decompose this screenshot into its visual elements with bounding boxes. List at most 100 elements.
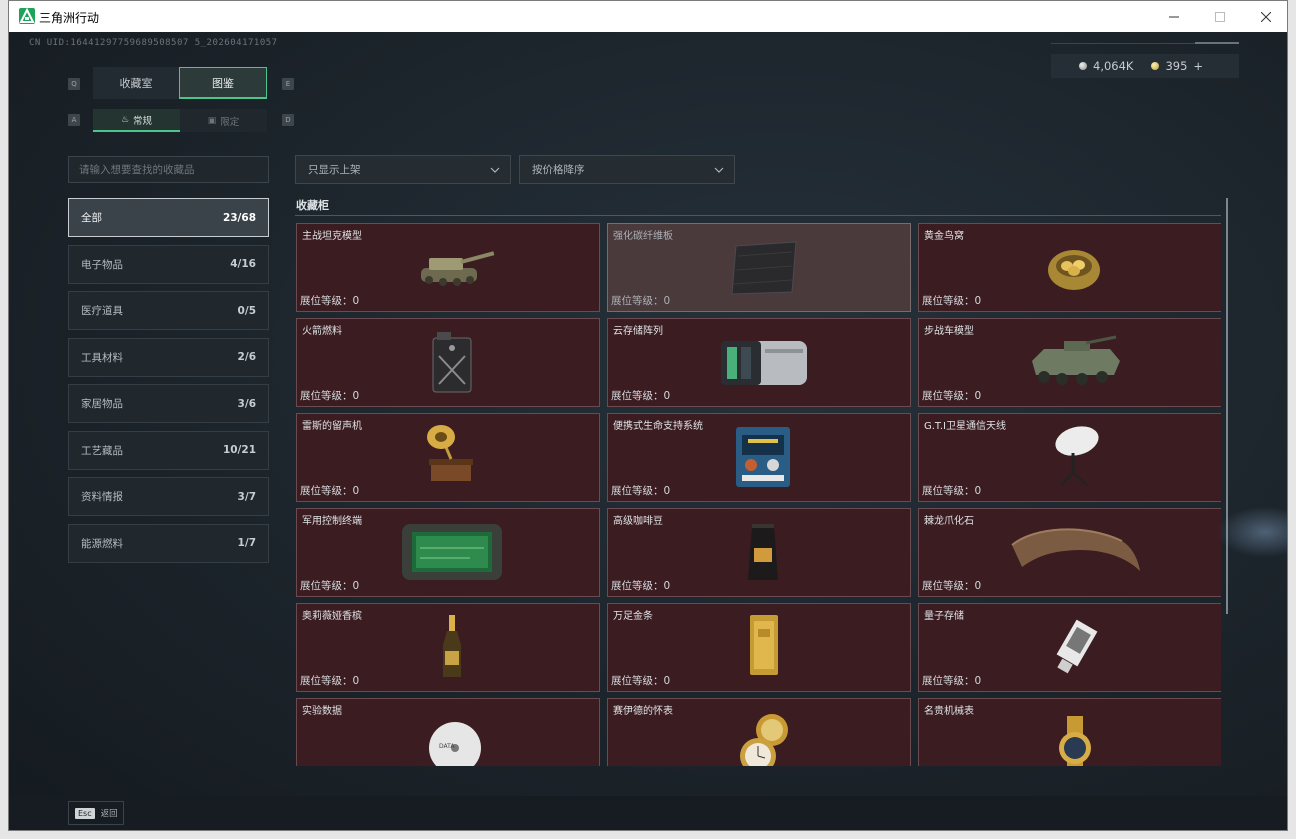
item-level: 展位等级：0: [300, 580, 360, 592]
item-name: 强化碳纤维板: [613, 231, 673, 242]
item-card[interactable]: 步战车模型 展位等级：0: [918, 318, 1221, 407]
item-card[interactable]: 雷斯的留声机 展位等级：0: [296, 413, 600, 502]
tab-codex[interactable]: 图鉴: [179, 67, 267, 99]
item-name: 雷斯的留声机: [302, 421, 362, 432]
filter-dropdown[interactable]: 只显示上架: [295, 155, 511, 184]
item-name: 高级咖啡豆: [613, 516, 663, 527]
item-name: 奥莉薇娅香槟: [302, 611, 362, 622]
chevron-down-icon: [490, 167, 500, 173]
item-card[interactable]: 万足金条 展位等级：0: [607, 603, 911, 692]
category-household[interactable]: 家居物品 3/6: [68, 384, 269, 423]
item-level: 展位等级：0: [922, 675, 982, 687]
fuel-canister-icon: [397, 325, 507, 397]
title-bar: 三角洲行动: [9, 1, 1287, 32]
subtab-limited-label: 限定: [220, 116, 240, 128]
item-name: 军用控制终端: [302, 516, 362, 527]
ifv-model-icon: [1019, 325, 1129, 397]
currency-divider-accent: [1195, 42, 1239, 44]
category-label: 资料情报: [81, 491, 123, 503]
item-card[interactable]: 军用控制终端 展位等级：0: [296, 508, 600, 597]
subtab-regular[interactable]: ♨ 常规: [93, 109, 180, 132]
item-level: 展位等级：0: [611, 390, 671, 402]
claw-fossil-icon: [999, 515, 1149, 587]
wristwatch-icon: [1019, 705, 1129, 766]
footer-bar: Esc 返回: [9, 796, 1287, 830]
back-button[interactable]: Esc 返回: [68, 801, 124, 825]
maximize-button[interactable]: [1197, 1, 1243, 32]
item-name: 便携式生命支持系统: [613, 421, 703, 432]
item-name: 名贵机械表: [924, 706, 974, 717]
item-level: 展位等级：0: [300, 295, 360, 307]
item-level: 展位等级：0: [300, 675, 360, 687]
item-level: 展位等级：0: [922, 485, 982, 497]
category-fuel[interactable]: 能源燃料 1/7: [68, 523, 269, 563]
item-name: 步战车模型: [924, 326, 974, 337]
minimize-button[interactable]: [1151, 1, 1197, 32]
item-card[interactable]: 高级咖啡豆 展位等级：0: [607, 508, 911, 597]
subtab-limited[interactable]: ▣ 限定: [180, 109, 267, 132]
item-level: 展位等级：0: [922, 390, 982, 402]
item-name: G.T.I卫星通信天线: [924, 421, 1006, 432]
golden-nest-icon: [1019, 230, 1129, 302]
item-card[interactable]: 奥莉薇娅香槟 展位等级：0: [296, 603, 600, 692]
item-card[interactable]: 强化碳纤维板 展位等级：0: [607, 223, 911, 312]
item-card[interactable]: 黄金鸟窝 展位等级：0: [918, 223, 1221, 312]
item-name: 主战坦克模型: [302, 231, 362, 242]
category-electronics[interactable]: 电子物品 4/16: [68, 244, 269, 284]
category-tools[interactable]: 工具材料 2/6: [68, 337, 269, 377]
back-label: 返回: [100, 809, 118, 819]
item-name: 万足金条: [613, 611, 653, 622]
gold-amount: 395: [1165, 59, 1188, 73]
category-label: 工具材料: [81, 351, 123, 364]
storage-array-icon: [708, 325, 818, 397]
item-card[interactable]: 棘龙爪化石 展位等级：0: [918, 508, 1221, 597]
key-hint-e: E: [282, 78, 294, 90]
category-count: 2/6: [237, 351, 256, 363]
subtab-regular-label: 常规: [133, 115, 153, 127]
control-terminal-icon: [397, 515, 507, 587]
key-hint-a: A: [68, 114, 80, 126]
section-divider: [295, 215, 1221, 216]
category-list: 全部 23/68 电子物品 4/16 医疗道具 0/5 工具材料 2/6 家居物品 3/6…: [68, 198, 269, 570]
esc-key-badge: Esc: [75, 807, 95, 819]
item-card[interactable]: 名贵机械表: [918, 698, 1221, 766]
item-card[interactable]: 赛伊德的怀表: [607, 698, 911, 766]
sort-dropdown[interactable]: 按价格降序: [519, 155, 735, 184]
tab-collection-room[interactable]: 收藏室: [93, 67, 179, 99]
item-level: 展位等级：0: [300, 485, 360, 497]
window-title: 三角洲行动: [39, 11, 100, 25]
category-all[interactable]: 全部 23/68: [68, 198, 269, 237]
item-card[interactable]: 主战坦克模型 展位等级：0: [296, 223, 600, 312]
category-count: 3/7: [237, 490, 256, 503]
gramophone-icon: [397, 420, 507, 492]
champagne-icon: [397, 610, 507, 682]
app-logo-icon: [19, 8, 35, 24]
category-count: 1/7: [237, 537, 256, 549]
chevron-down-icon: [714, 167, 724, 173]
item-name: 量子存储: [924, 611, 964, 622]
item-level: 展位等级：0: [922, 295, 982, 307]
add-currency-button[interactable]: +: [1193, 59, 1203, 73]
category-crafts[interactable]: 工艺藏品 10/21: [68, 430, 269, 470]
app-window: 三角洲行动 CN UID:16441297759689508507 5_2026…: [8, 0, 1288, 831]
item-card[interactable]: 云存储阵列 展位等级：0: [607, 318, 911, 407]
item-level: 展位等级：0: [611, 485, 671, 497]
item-name: 火箭燃料: [302, 326, 342, 337]
item-level: 展位等级：0: [300, 390, 360, 402]
game-screen: CN UID:16441297759689508507 5_2026041710…: [9, 32, 1287, 830]
key-hint-d: D: [282, 114, 294, 126]
item-card[interactable]: G.T.I卫星通信天线 展位等级：0: [918, 413, 1221, 502]
search-input[interactable]: 请输入想要查找的收藏品: [68, 156, 269, 183]
item-card[interactable]: 实验数据 DATA: [296, 698, 600, 766]
category-medical[interactable]: 医疗道具 0/5: [68, 291, 269, 330]
close-button[interactable]: [1243, 1, 1287, 32]
item-name: 实验数据: [302, 706, 342, 717]
item-grid: 主战坦克模型 展位等级：0 强化碳纤维板 展位等级：0 黄金鸟窝 展位等级：0: [295, 222, 1221, 766]
category-label: 家居物品: [81, 398, 123, 410]
category-count: 3/6: [237, 397, 256, 410]
item-card[interactable]: 便携式生命支持系统 展位等级：0: [607, 413, 911, 502]
item-card[interactable]: 量子存储 展位等级：0: [918, 603, 1221, 692]
item-card[interactable]: 火箭燃料 展位等级：0: [296, 318, 600, 407]
item-level: 展位等级：0: [922, 580, 982, 592]
category-intel[interactable]: 资料情报 3/7: [68, 477, 269, 516]
